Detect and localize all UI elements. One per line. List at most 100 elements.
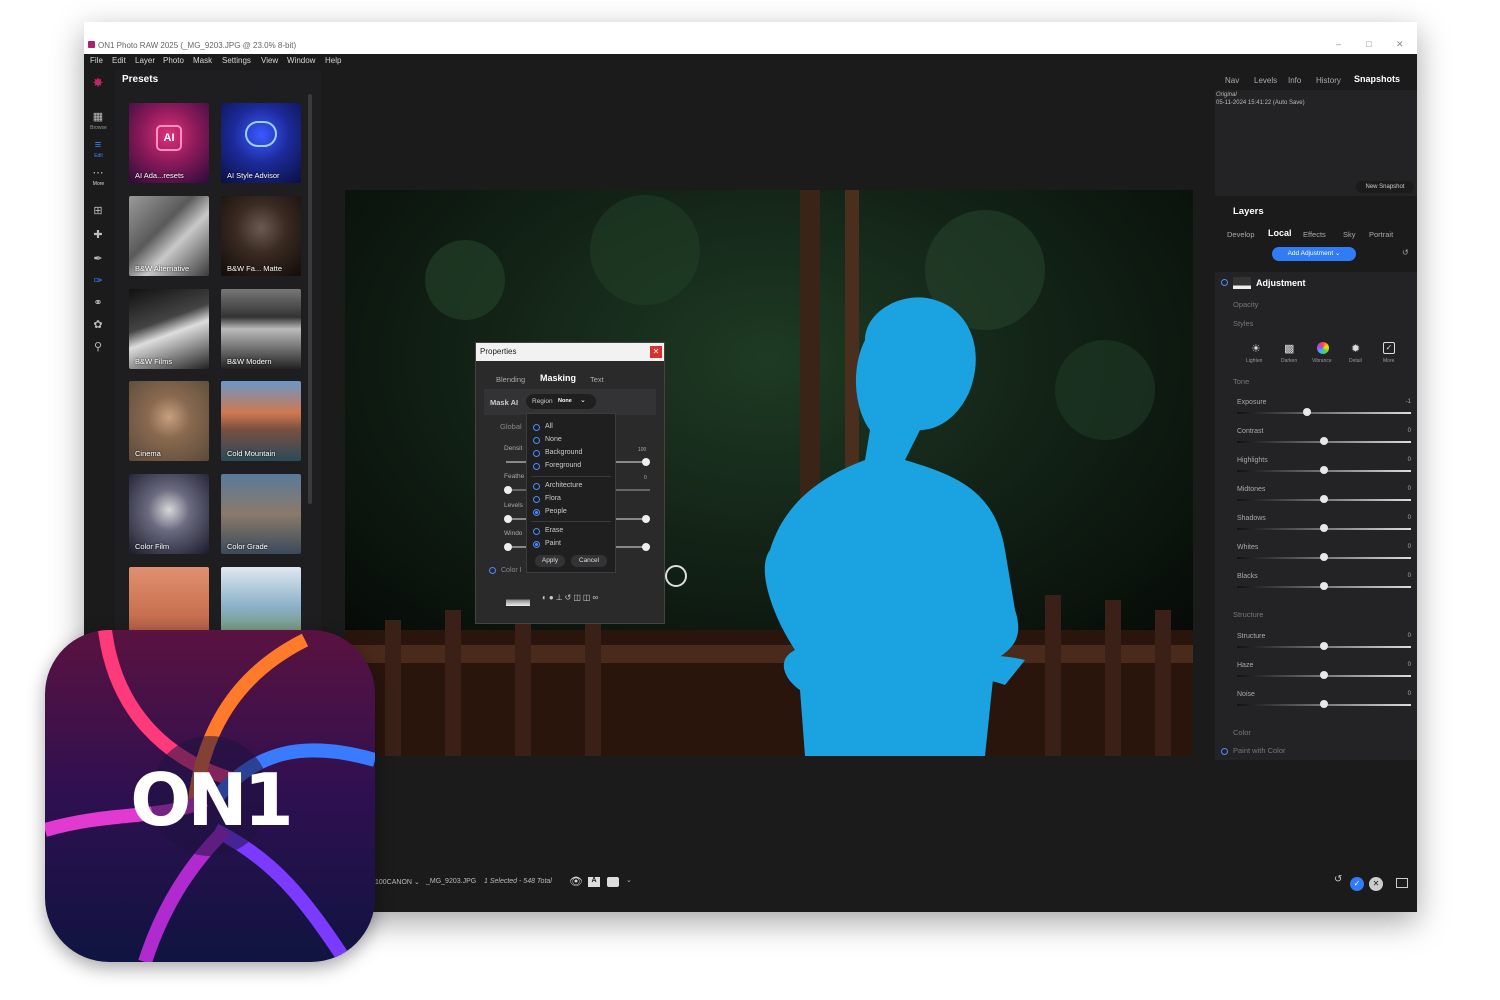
- on1-logo-icon[interactable]: ✸: [90, 76, 106, 90]
- browse-icon[interactable]: ▦: [90, 110, 106, 124]
- apply-button[interactable]: Apply: [535, 555, 565, 567]
- maximize-icon[interactable]: □: [1366, 39, 1371, 49]
- window-knob-right[interactable]: [642, 543, 650, 551]
- radio-people[interactable]: [533, 509, 540, 516]
- density-knob[interactable]: [642, 458, 650, 466]
- option-foreground[interactable]: Foreground: [545, 462, 581, 469]
- tab-masking[interactable]: Masking: [540, 373, 576, 383]
- done-check-icon[interactable]: ✓: [1350, 877, 1364, 891]
- region-dropdown[interactable]: Region None ⌄: [526, 394, 596, 409]
- radio-none[interactable]: [533, 437, 540, 444]
- snapshot-name[interactable]: Original: [1216, 92, 1237, 98]
- slider-knob[interactable]: [1320, 495, 1328, 503]
- option-erase[interactable]: Erase: [545, 527, 563, 534]
- darken-icon[interactable]: ▩: [1284, 342, 1294, 355]
- vibrance-icon[interactable]: [1317, 342, 1329, 354]
- radio-erase[interactable]: [533, 528, 540, 535]
- option-people[interactable]: People: [545, 508, 567, 515]
- slider-knob[interactable]: [1320, 700, 1328, 708]
- slider-knob[interactable]: [1320, 466, 1328, 474]
- ai-mask-icon[interactable]: ✿: [90, 318, 106, 332]
- preset-color-grade[interactable]: Color Grade: [221, 474, 301, 554]
- view-options-chevron-icon[interactable]: ⌄: [626, 876, 632, 884]
- folder-selector[interactable]: 100CANON ⌄: [375, 878, 420, 886]
- tab-effects[interactable]: Effects: [1303, 230, 1326, 239]
- menu-mask[interactable]: Mask: [193, 56, 212, 65]
- photo-canvas[interactable]: [345, 190, 1193, 756]
- tab-levels[interactable]: Levels: [1254, 76, 1277, 85]
- option-all[interactable]: All: [545, 423, 553, 430]
- compare-icon[interactable]: A: [588, 877, 600, 887]
- slider-knob[interactable]: [1320, 582, 1328, 590]
- opacity-label[interactable]: Opacity: [1233, 300, 1258, 309]
- panel-toggle-icon[interactable]: [1396, 878, 1408, 888]
- menu-file[interactable]: File: [90, 56, 103, 65]
- preset-ai-style-advisor[interactable]: AI Style Advisor: [221, 103, 301, 183]
- slider-knob[interactable]: [1320, 524, 1328, 532]
- tab-nav[interactable]: Nav: [1225, 76, 1239, 85]
- paint-with-color-label[interactable]: Paint with Color: [1233, 746, 1286, 755]
- tab-sky[interactable]: Sky: [1343, 230, 1356, 239]
- detail-icon[interactable]: ✹: [1351, 342, 1360, 355]
- move-icon[interactable]: ✚: [90, 228, 106, 242]
- preset-bw-fade-matte[interactable]: B&W Fa... Matte: [221, 196, 301, 276]
- reset-icon[interactable]: ↺: [1402, 248, 1409, 257]
- menu-edit[interactable]: Edit: [112, 56, 126, 65]
- option-none[interactable]: None: [545, 436, 562, 443]
- preset-cinema[interactable]: Cinema: [129, 381, 209, 461]
- masking-brush-icon[interactable]: ✑: [90, 274, 106, 288]
- undo-icon[interactable]: ↺: [1334, 874, 1342, 885]
- window-knob-left[interactable]: [504, 543, 512, 551]
- cancel-button[interactable]: Cancel: [571, 555, 607, 567]
- preset-bw-alternative[interactable]: B&W Alternative: [129, 196, 209, 276]
- menu-settings[interactable]: Settings: [222, 56, 251, 65]
- more-icon[interactable]: ⋯: [90, 166, 106, 180]
- mask-tools-icons[interactable]: ◐●⊥↺◫◫∞: [542, 593, 600, 602]
- menu-help[interactable]: Help: [325, 56, 341, 65]
- slider-knob[interactable]: [1320, 437, 1328, 445]
- menu-layer[interactable]: Layer: [135, 56, 155, 65]
- lighten-icon[interactable]: ☀: [1251, 342, 1261, 355]
- slider-knob[interactable]: [1320, 642, 1328, 650]
- option-flora[interactable]: Flora: [545, 495, 561, 502]
- preset-bw-films[interactable]: B&W Films: [129, 289, 209, 369]
- crop-icon[interactable]: ⊞: [90, 204, 106, 218]
- tab-text[interactable]: Text: [590, 375, 604, 384]
- close-icon[interactable]: ✕: [650, 346, 662, 358]
- option-background[interactable]: Background: [545, 449, 582, 456]
- color-range-radio[interactable]: [489, 567, 496, 574]
- menu-photo[interactable]: Photo: [163, 56, 184, 65]
- presets-scrollbar[interactable]: [308, 94, 312, 504]
- menu-window[interactable]: Window: [287, 56, 315, 65]
- slider-track[interactable]: [1237, 412, 1411, 414]
- slider-knob[interactable]: [1302, 408, 1311, 416]
- option-architecture[interactable]: Architecture: [545, 482, 582, 489]
- option-paint[interactable]: Paint: [545, 540, 561, 547]
- preset-color-film[interactable]: Color Film: [129, 474, 209, 554]
- more-styles-icon[interactable]: ✓: [1383, 342, 1395, 354]
- minimize-icon[interactable]: –: [1336, 39, 1341, 49]
- slider-knob[interactable]: [1320, 671, 1328, 679]
- radio-flora[interactable]: [533, 496, 540, 503]
- radio-foreground[interactable]: [533, 463, 540, 470]
- tab-develop[interactable]: Develop: [1227, 230, 1255, 239]
- feather-knob[interactable]: [504, 486, 512, 494]
- close-icon[interactable]: ✕: [1396, 39, 1404, 50]
- edit-icon[interactable]: ≡: [90, 138, 106, 152]
- new-snapshot-button[interactable]: New Snapshot: [1356, 181, 1414, 193]
- clone-icon[interactable]: ⚭: [90, 296, 106, 310]
- tab-blending[interactable]: Blending: [496, 375, 525, 384]
- slider-knob[interactable]: [1320, 553, 1328, 561]
- mask-view-icon[interactable]: [607, 877, 619, 887]
- levels-knob-right[interactable]: [642, 515, 650, 523]
- retouch-brush-icon[interactable]: ✒: [90, 252, 106, 266]
- add-adjustment-button[interactable]: Add Adjustment ⌄: [1272, 247, 1356, 261]
- radio-all[interactable]: [533, 424, 540, 431]
- levels-knob-left[interactable]: [504, 515, 512, 523]
- preset-ai-adaptive[interactable]: AI AI Ada...resets: [129, 103, 209, 183]
- radio-architecture[interactable]: [533, 483, 540, 490]
- tab-local[interactable]: Local: [1268, 228, 1292, 238]
- preview-eye-icon[interactable]: 👁: [569, 875, 583, 888]
- tab-snapshots[interactable]: Snapshots: [1354, 74, 1400, 84]
- adjustment-toggle[interactable]: [1221, 279, 1228, 286]
